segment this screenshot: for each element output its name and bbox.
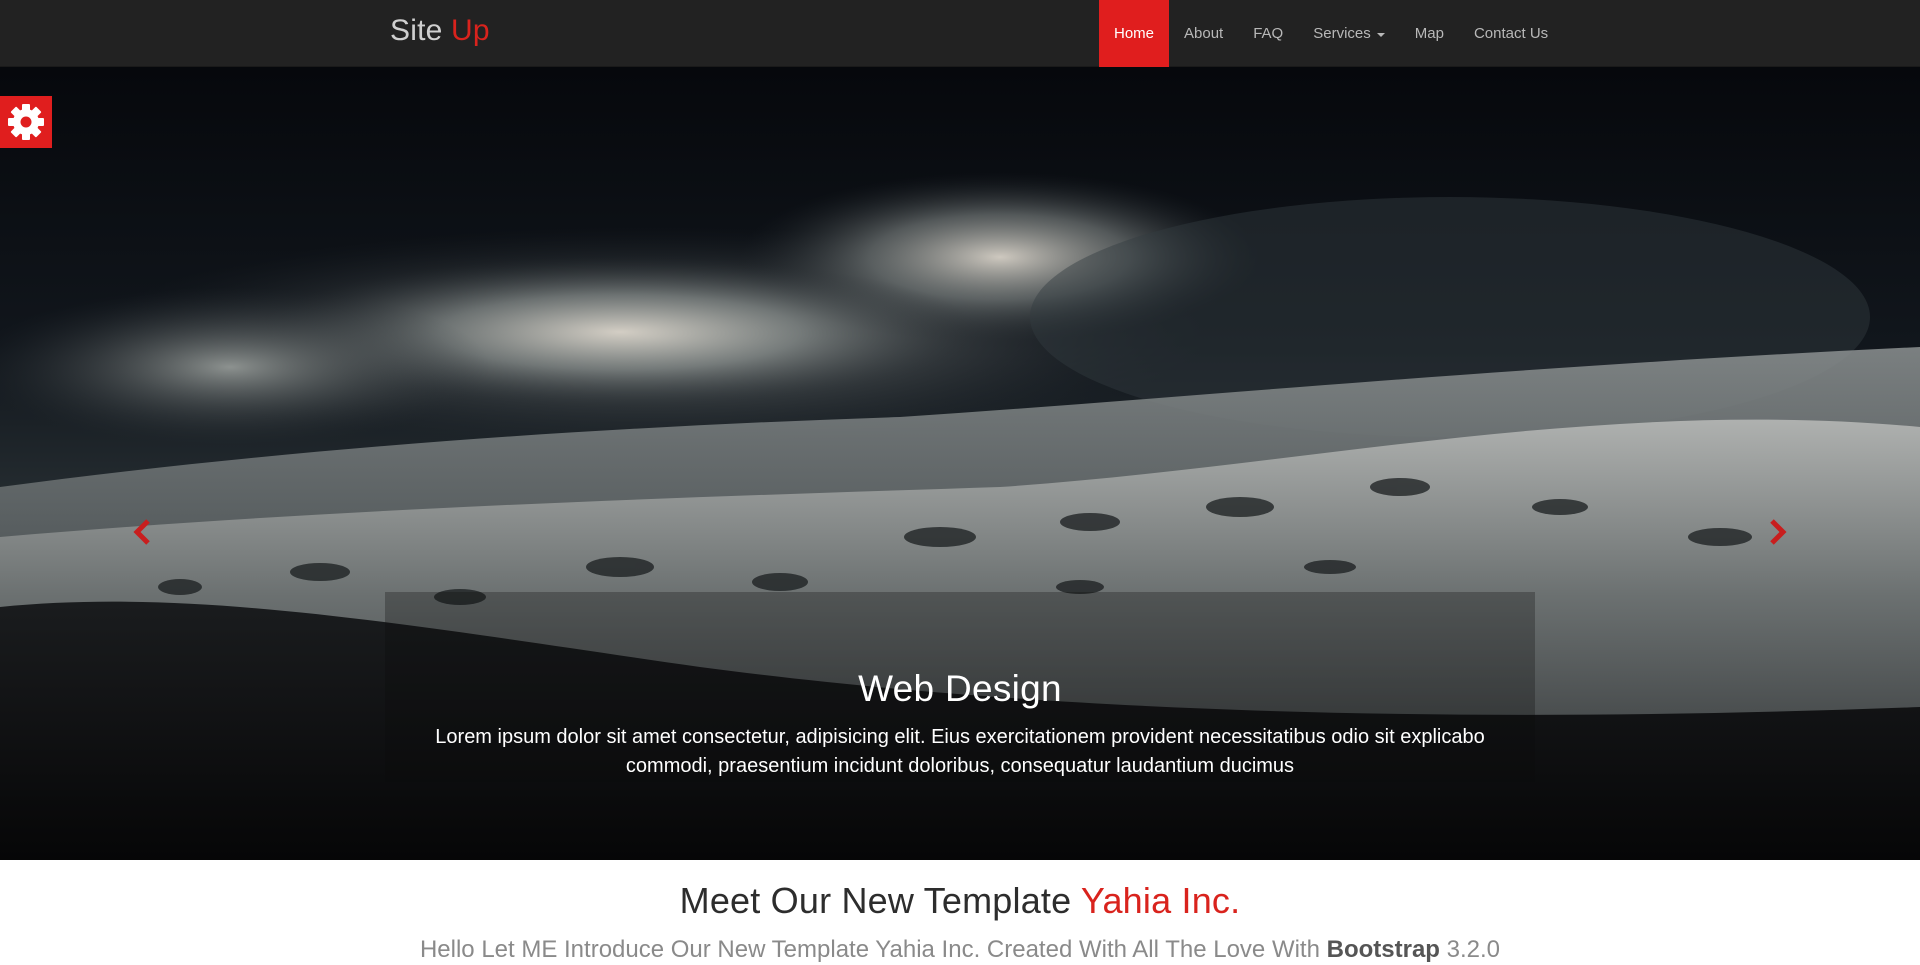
carousel-prev-control[interactable] [122, 510, 162, 554]
intro-heading-text: Meet Our New Template [679, 880, 1072, 921]
chevron-right-icon [1770, 519, 1787, 545]
settings-button[interactable] [0, 96, 52, 148]
intro-subtitle-version: 3.2.0 [1446, 936, 1501, 963]
caption-title: Web Design [858, 668, 1062, 709]
carousel-next-control[interactable] [1758, 510, 1798, 554]
nav-item-about[interactable]: About [1169, 0, 1238, 67]
nav-item-services[interactable]: Services [1298, 0, 1400, 67]
main-nav: Home About FAQ Services Map Contact Us [1099, 0, 1563, 67]
nav-item-services-label: Services [1313, 25, 1371, 42]
gear-icon [8, 104, 44, 140]
chevron-left-icon [133, 519, 150, 545]
caret-down-icon [1376, 32, 1385, 37]
nav-item-contact[interactable]: Contact Us [1459, 0, 1563, 67]
intro-subtitle-text: Hello Let ME Introduce Our New Template … [419, 936, 1320, 963]
caption-text: Lorem ipsum dolor sit amet consectetur, … [435, 726, 1485, 777]
brand-logo[interactable]: Site Up [390, 14, 490, 48]
brand-text: Site [390, 14, 443, 47]
intro-heading-accent: Yahia Inc. [1080, 880, 1241, 921]
nav-item-faq[interactable]: FAQ [1238, 0, 1298, 67]
intro-section: Meet Our New Template Yahia Inc. Hello L… [0, 860, 1920, 965]
nav-item-map[interactable]: Map [1400, 0, 1459, 67]
intro-heading: Meet Our New Template Yahia Inc. [0, 880, 1920, 922]
brand-accent-text: Up [451, 14, 490, 47]
intro-subtitle: Hello Let ME Introduce Our New Template … [0, 936, 1920, 964]
carousel-caption: Web Design Lorem ipsum dolor sit amet co… [385, 592, 1535, 782]
intro-subtitle-bold: Bootstrap [1326, 936, 1440, 963]
hero-carousel: Web Design Lorem ipsum dolor sit amet co… [0, 67, 1920, 860]
nav-item-home[interactable]: Home [1099, 0, 1170, 67]
navbar: Site Up Home About FAQ Services Map Cont… [0, 0, 1920, 67]
